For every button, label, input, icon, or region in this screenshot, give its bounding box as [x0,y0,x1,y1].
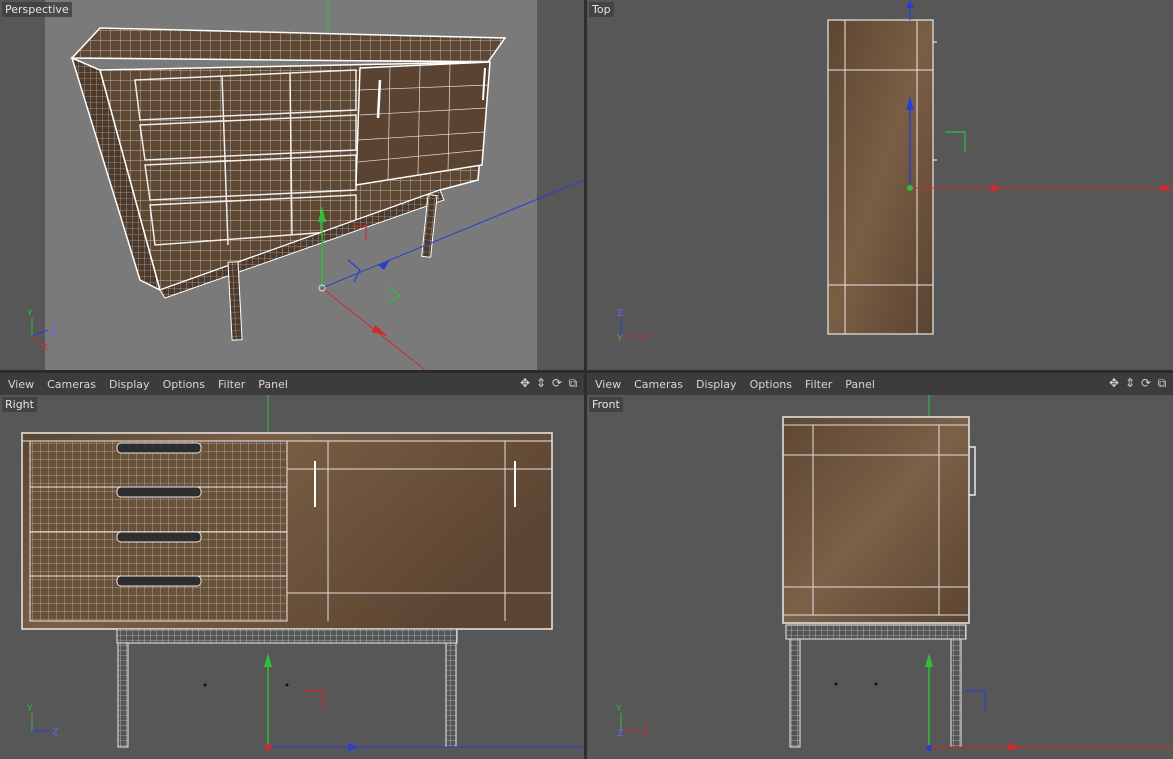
svg-text:Z: Z [52,728,58,738]
perspective-viewport[interactable]: Y Z X Perspective [0,0,584,370]
svg-text:Y: Y [615,704,622,714]
viewport-label[interactable]: Right [2,397,37,412]
svg-text:Y: Y [26,309,33,319]
world-z-arrow [906,0,914,8]
gizmo-x-arrow[interactable] [1009,743,1021,751]
svg-text:Z: Z [50,327,56,337]
dolly-view-icon[interactable]: ⇕ [1123,376,1137,390]
rotate-view-icon[interactable]: ⟳ [1139,376,1153,390]
gizmo-origin[interactable] [265,744,271,750]
vertex-dot [874,682,878,686]
menu-panel[interactable]: Panel [845,378,875,391]
viewport-menubar-right: View Cameras Display Options Filter Pane… [0,373,584,395]
cabinet-base [785,624,967,640]
menu-filter[interactable]: Filter [218,378,245,391]
corner-axis-indicator: Z Y X [616,309,648,344]
vertex-dot [285,683,289,687]
corner-axis-indicator: Y Z X [615,704,648,739]
front-viewport[interactable]: Y Z X Front [587,395,1173,759]
rotate-view-icon[interactable]: ⟳ [550,376,564,390]
menu-cameras[interactable]: Cameras [634,378,683,391]
menu-display[interactable]: Display [109,378,150,391]
view-nav-icons: ✥ ⇕ ⟳ ⧉ [518,376,580,390]
svg-text:X: X [42,343,48,353]
svg-text:Z: Z [617,729,623,739]
front-scene: Y Z X [615,395,1173,751]
viewport-label[interactable]: Perspective [2,2,72,17]
menu-view[interactable]: View [8,378,34,391]
leg-right [445,642,457,748]
svg-text:Z: Z [617,309,623,319]
svg-text:Y: Y [26,704,33,714]
leg-right [950,638,962,748]
gizmo-z-arrow[interactable] [348,743,360,751]
perspective-scene: Y Z X [26,0,584,370]
cabinet-front-view [782,416,970,624]
gizmo-origin[interactable] [926,745,932,751]
gizmo-origin[interactable] [907,185,913,191]
menu-display[interactable]: Display [696,378,737,391]
corner-axis-indicator: Y Z [26,704,58,738]
viewport-label[interactable]: Top [589,2,614,17]
right-scene: Y Z [21,395,584,751]
leg-left [117,642,129,748]
right-viewport[interactable]: Y Z Right [0,395,584,759]
svg-text:Y: Y [616,334,623,344]
menu-options[interactable]: Options [750,378,792,391]
move-view-icon[interactable]: ✥ [518,376,532,390]
cabinet-door [355,61,491,186]
menu-view[interactable]: View [595,378,621,391]
maximize-view-icon[interactable]: ⧉ [566,376,580,390]
top-scene: Z Y X [616,0,1173,344]
vertex-dot [203,683,207,687]
gizmo-y-arrow[interactable] [925,653,933,667]
maximize-view-icon[interactable]: ⧉ [1155,376,1169,390]
cabinet-base [116,628,458,644]
gizmo-x-arrow[interactable] [991,184,1003,192]
drawer-block [29,440,288,622]
move-view-icon[interactable]: ✥ [1107,376,1121,390]
menu-options[interactable]: Options [163,378,205,391]
viewport-menubar-front: View Cameras Display Options Filter Pane… [587,373,1173,395]
menu-filter[interactable]: Filter [805,378,832,391]
top-viewport[interactable]: Z Y X Top [587,0,1173,370]
world-x-arrow [1161,184,1173,192]
gizmo-plane[interactable] [945,131,966,152]
vertex-dot [834,682,838,686]
dolly-view-icon[interactable]: ⇕ [534,376,548,390]
view-nav-icons: ✥ ⇕ ⟳ ⧉ [1107,376,1169,390]
menu-panel[interactable]: Panel [258,378,288,391]
svg-text:X: X [642,333,648,343]
gizmo-plane[interactable] [303,690,324,711]
gizmo-plane[interactable] [965,690,986,711]
leg-left [789,638,801,748]
svg-text:X: X [642,728,648,738]
viewport-label[interactable]: Front [589,397,623,412]
door-handle [969,446,976,496]
gizmo-y-arrow[interactable] [264,653,272,667]
menu-cameras[interactable]: Cameras [47,378,96,391]
